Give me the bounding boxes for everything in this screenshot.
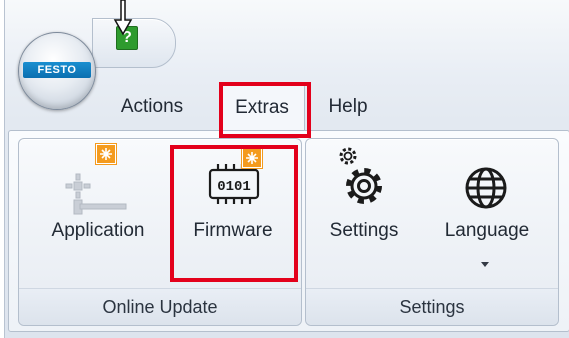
application-label: Application (51, 220, 145, 241)
application-icon (65, 173, 127, 215)
application-orb-button[interactable]: FESTO (18, 32, 96, 110)
group-label-settings: Settings (306, 288, 558, 325)
group-label-online-update: Online Update (19, 288, 301, 325)
settings-button[interactable]: Settings (316, 140, 412, 280)
highlight-box-extras (219, 82, 311, 138)
tab-actions[interactable]: Actions (110, 92, 194, 122)
gear-icon (339, 147, 382, 204)
settings-label: Settings (329, 220, 399, 241)
chevron-down-icon[interactable] (481, 262, 489, 267)
tab-help[interactable]: Help (320, 92, 376, 122)
update-badge-icon (95, 143, 117, 165)
festo-logo: FESTO (23, 62, 91, 78)
application-update-button[interactable]: Application (34, 140, 162, 280)
highlight-box-firmware (170, 145, 298, 282)
mouse-cursor-icon (113, 0, 133, 36)
language-dropdown-button[interactable]: Language (428, 140, 546, 280)
globe-icon (465, 167, 507, 209)
language-label: Language (444, 220, 530, 241)
